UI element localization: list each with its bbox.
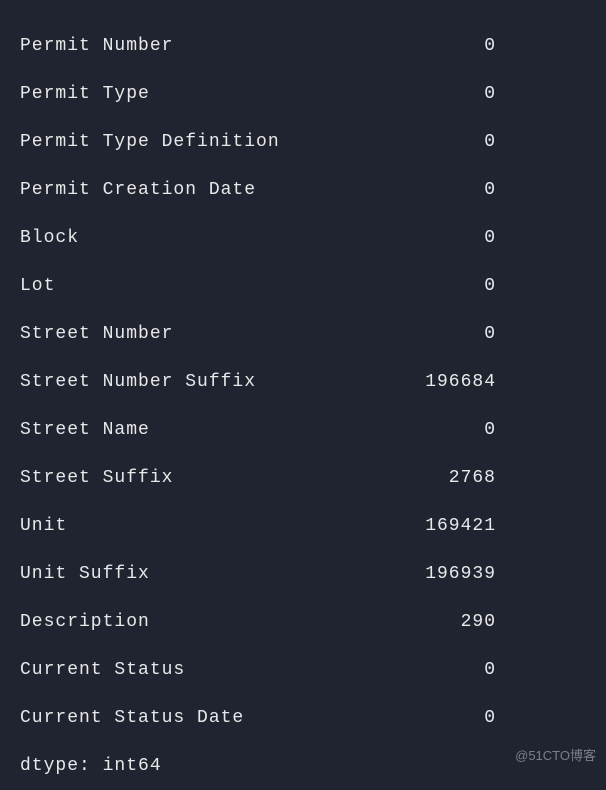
row-label: Unit [20,502,67,550]
row-label: Current Status [20,646,185,694]
data-row: Permit Type Definition 0 [20,118,586,166]
data-row: Block 0 [20,214,586,262]
row-value: 0 [256,166,586,214]
row-label: Permit Creation Date [20,166,256,214]
data-row: Description 290 [20,598,586,646]
row-value: 0 [173,310,586,358]
row-label: Street Name [20,406,150,454]
row-value: 169421 [67,502,586,550]
data-row: Unit 169421 [20,502,586,550]
row-value: 196939 [150,550,586,598]
row-label: Block [20,214,79,262]
data-row: Current Status 0 [20,646,586,694]
row-label: Lot [20,262,55,310]
row-label: Permit Type Definition [20,118,280,166]
row-label: Current Status Date [20,694,244,742]
row-label: Permit Number [20,22,173,70]
row-value: 0 [55,262,586,310]
row-value: 0 [244,694,586,742]
data-row: Lot 0 [20,262,586,310]
data-row: Street Name 0 [20,406,586,454]
watermark-text: @51CTO博客 [515,745,596,764]
row-value: 0 [185,646,586,694]
row-value: 0 [79,214,586,262]
row-label: Street Number Suffix [20,358,256,406]
data-row: Permit Number 0 [20,22,586,70]
data-row: Unit Suffix 196939 [20,550,586,598]
dtype-line: dtype: int64 [20,742,586,790]
row-value: 196684 [256,358,586,406]
data-row: Permit Creation Date 0 [20,166,586,214]
row-value: 0 [150,70,586,118]
row-value: 0 [280,118,586,166]
row-value: 290 [150,598,586,646]
data-row: Street Number Suffix 196684 [20,358,586,406]
row-value: 2768 [173,454,586,502]
row-label: Unit Suffix [20,550,150,598]
row-label: Street Suffix [20,454,173,502]
data-row: Street Number 0 [20,310,586,358]
data-row: Permit Type 0 [20,70,586,118]
row-label: Street Number [20,310,173,358]
row-label: Description [20,598,150,646]
row-value: 0 [173,22,586,70]
row-label: Permit Type [20,70,150,118]
data-row: Current Status Date 0 [20,694,586,742]
series-output: Permit Number 0 Permit Type 0 Permit Typ… [20,22,586,790]
row-value: 0 [150,406,586,454]
data-row: Street Suffix 2768 [20,454,586,502]
